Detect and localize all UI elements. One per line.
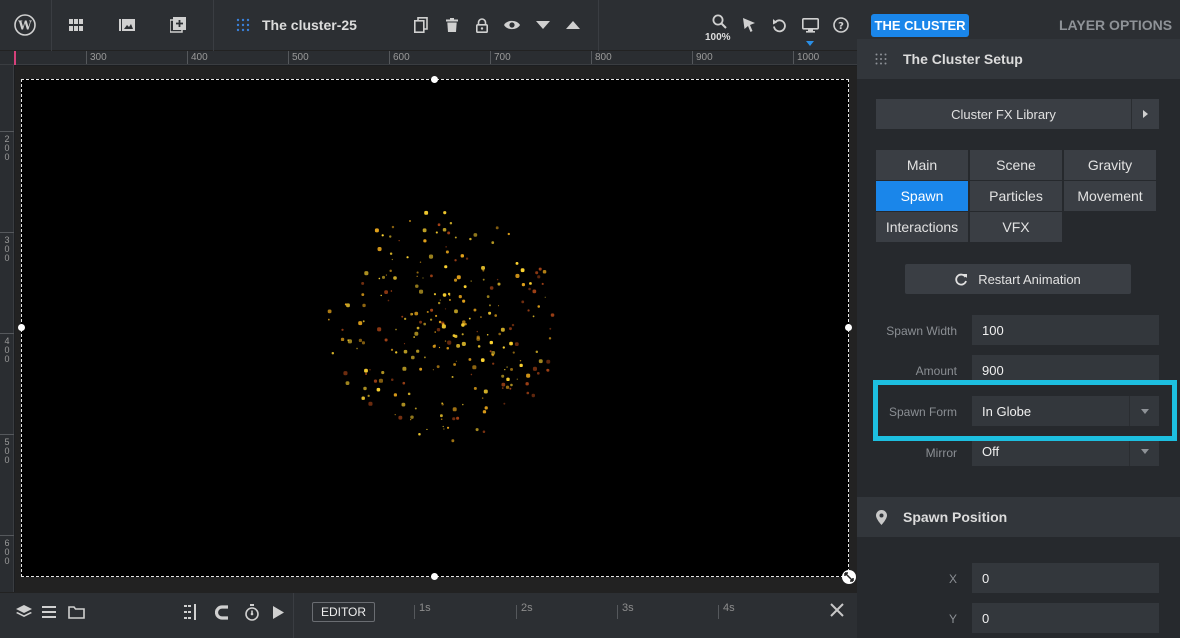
handle-top[interactable] [431, 76, 438, 83]
eye-icon[interactable] [500, 13, 524, 37]
refresh-icon [955, 273, 968, 286]
ruler-label: 1000 [797, 52, 820, 63]
section-title: Spawn Position [903, 509, 1008, 525]
position-x-label: X [948, 572, 957, 586]
monitor-icon[interactable] [798, 13, 822, 37]
tab-movement[interactable]: Movement [1064, 181, 1156, 211]
caret-right-icon[interactable] [1131, 99, 1159, 129]
play-icon[interactable] [268, 602, 288, 622]
cluster-icon [873, 51, 889, 67]
grid-icon[interactable] [64, 13, 88, 37]
position-y-input[interactable]: 0 [972, 603, 1159, 633]
ruler-label: 600 [393, 52, 410, 63]
zoom-level[interactable]: 100% [705, 32, 731, 43]
tab-main[interactable]: Main [876, 150, 968, 180]
section-title: The Cluster Setup [903, 51, 1023, 67]
close-icon[interactable] [828, 601, 848, 621]
restart-label: Restart Animation [978, 271, 1081, 287]
ruler-label: 600 [4, 538, 10, 566]
handle-bottom[interactable] [431, 573, 438, 580]
arrow-up-icon[interactable] [561, 13, 585, 37]
ruler-label: 400 [4, 336, 10, 364]
add-layer-icon[interactable] [166, 13, 190, 37]
position-x-value: 0 [982, 570, 990, 586]
zoom-icon[interactable] [707, 9, 731, 33]
spawn-width-input[interactable]: 100 [972, 315, 1159, 345]
top-toolbar: W The cluster-25 100% ? [0, 0, 857, 51]
trash-icon[interactable] [440, 13, 464, 37]
ruler-marker [14, 51, 16, 65]
timeline-mark: 4s [723, 602, 735, 614]
pin-icon [873, 509, 889, 525]
ruler-label: 800 [595, 52, 612, 63]
section-spawn-position[interactable]: Spawn Position [857, 497, 1180, 537]
layers-icon[interactable] [14, 602, 34, 622]
cursor-icon[interactable] [737, 13, 761, 37]
tab-particles[interactable]: Particles [970, 181, 1062, 211]
ruler-label: 200 [4, 134, 10, 162]
help-icon[interactable]: ? [829, 13, 853, 37]
amount-label: Amount [915, 364, 957, 378]
layer-title[interactable]: The cluster-25 [262, 17, 357, 33]
resize-handle-icon[interactable] [842, 570, 856, 584]
position-y-label: Y [948, 612, 957, 626]
ruler-label: 300 [4, 235, 10, 263]
svg-text:W: W [17, 19, 32, 33]
svg-text:?: ? [838, 21, 844, 32]
handle-left[interactable] [18, 324, 25, 331]
ruler-label: 400 [191, 52, 208, 63]
ruler-label: 500 [292, 52, 309, 63]
timeline-mark: 3s [622, 602, 634, 614]
arrow-down-icon[interactable] [531, 13, 555, 37]
menu-icon[interactable] [39, 602, 59, 622]
position-y-value: 0 [982, 610, 990, 626]
layer-selection-frame[interactable] [21, 79, 849, 577]
cluster-fx-library-button[interactable]: Cluster FX Library [876, 99, 1159, 129]
tab-spawn[interactable]: Spawn [876, 181, 968, 211]
ruler-horizontal: 300 400 500 600 700 800 900 1000 [0, 51, 857, 65]
highlight-spawn-form [873, 380, 1177, 441]
lock-icon[interactable] [470, 13, 494, 37]
settings-panel: THE CLUSTER LAYER OPTIONS The Cluster Se… [857, 0, 1180, 638]
ruler-label: 900 [696, 52, 713, 63]
tab-layer-options[interactable]: LAYER OPTIONS [1059, 17, 1172, 33]
tab-gravity[interactable]: Gravity [1064, 150, 1156, 180]
spawn-width-value: 100 [982, 322, 1004, 338]
timeline-mark: 2s [521, 602, 533, 614]
cluster-icon [231, 13, 255, 37]
spawn-width-label: Spawn Width [886, 324, 957, 338]
position-x-input[interactable]: 0 [972, 563, 1159, 593]
ruler-label: 300 [90, 52, 107, 63]
copy-icon[interactable] [409, 13, 433, 37]
media-icon[interactable] [115, 13, 139, 37]
tab-scene[interactable]: Scene [970, 150, 1062, 180]
amount-value: 900 [982, 362, 1004, 378]
wordpress-icon[interactable]: W [13, 13, 37, 37]
editor-button[interactable]: EDITOR [312, 602, 375, 622]
timer-icon[interactable] [242, 602, 262, 622]
ruler-label: 700 [494, 52, 511, 63]
mirror-label: Mirror [925, 446, 957, 460]
ruler-vertical: 200 300 400 500 600 [0, 65, 14, 592]
section-cluster-setup[interactable]: The Cluster Setup [857, 39, 1180, 79]
handle-right[interactable] [845, 324, 852, 331]
folder-icon[interactable] [66, 602, 86, 622]
guides-icon[interactable] [182, 602, 202, 622]
ruler-label: 500 [4, 437, 10, 465]
mirror-value: Off [982, 443, 1000, 459]
timeline-mark: 1s [419, 602, 431, 614]
undo-icon[interactable] [767, 13, 791, 37]
tab-vfx[interactable]: VFX [970, 212, 1062, 242]
magnet-icon[interactable] [212, 602, 232, 622]
restart-animation-button[interactable]: Restart Animation [905, 264, 1131, 294]
tab-the-cluster[interactable]: THE CLUSTER [871, 14, 969, 37]
timeline-bar: EDITOR 1s 2s 3s 4s [0, 592, 857, 638]
fx-library-label: Cluster FX Library [951, 106, 1056, 122]
tab-interactions[interactable]: Interactions [876, 212, 968, 242]
device-indicator [806, 41, 814, 46]
